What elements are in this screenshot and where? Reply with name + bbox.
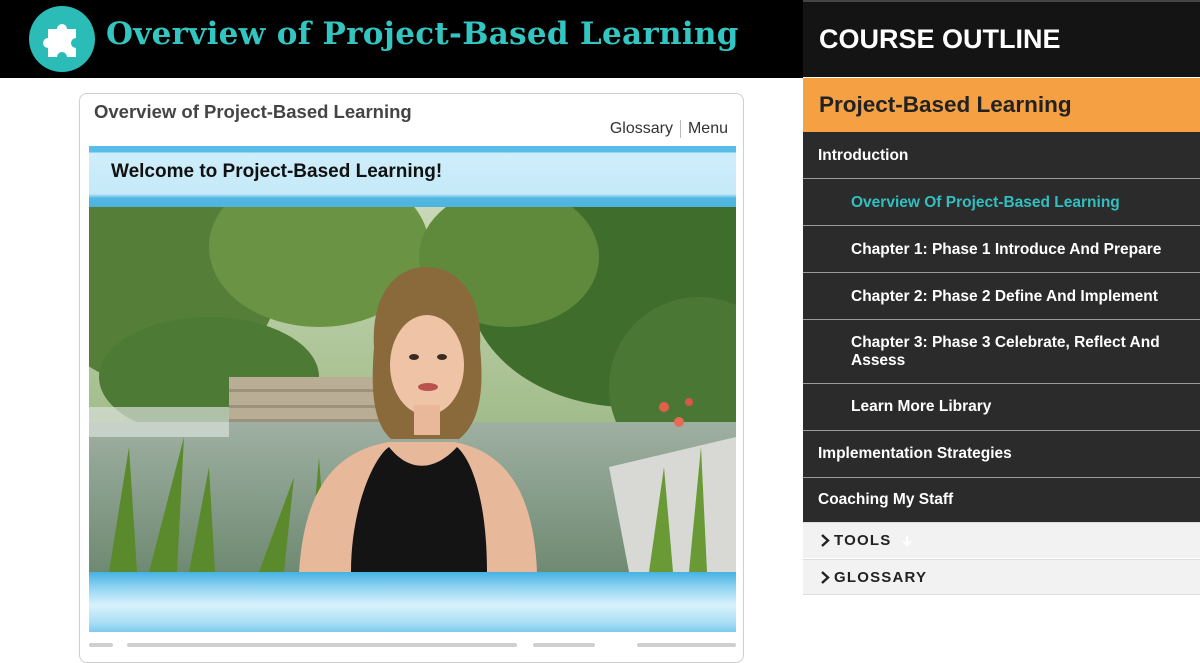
outline-item-label: Coaching My Staff [818, 491, 954, 508]
outline-item-label: Learn More Library [851, 398, 992, 415]
nav-buttons[interactable] [637, 643, 736, 647]
link-divider [679, 120, 681, 138]
player-links: Glossary Menu [610, 120, 728, 138]
outline-item-overview[interactable]: Overview Of Project-Based Learning [803, 179, 1200, 226]
player-controls [89, 639, 736, 649]
glossary-section[interactable]: GLOSSARY [803, 559, 1200, 595]
presenter-video[interactable] [89, 207, 736, 572]
course-outline-panel: COURSE OUTLINE Project-Based Learning In… [803, 0, 1200, 646]
course-name: Project-Based Learning [819, 92, 1072, 117]
outline-item-label: Chapter 2: Phase 2 Define And Implement [851, 288, 1158, 305]
video-frame-illustration [89, 207, 736, 572]
glossary-link[interactable]: Glossary [610, 120, 673, 138]
app-title: Overview of Project-Based Learning [106, 16, 739, 52]
outline-item-coaching-my-staff[interactable]: Coaching My Staff [803, 478, 1200, 522]
outline-header: COURSE OUTLINE [803, 0, 1200, 77]
outline-item-chapter-1[interactable]: Chapter 1: Phase 1 Introduce And Prepare [803, 226, 1200, 273]
outline-item-learn-more-library[interactable]: Learn More Library [803, 384, 1200, 431]
slide-heading: Welcome to Project-Based Learning! [111, 161, 443, 182]
player-title: Overview of Project-Based Learning [94, 101, 412, 122]
outline-item-implementation-strategies[interactable]: Implementation Strategies [803, 431, 1200, 478]
outline-item-label: Implementation Strategies [818, 445, 1012, 462]
tools-section[interactable]: TOOLS [803, 522, 1200, 558]
chevron-right-icon [821, 534, 830, 552]
volume-control[interactable] [533, 643, 595, 647]
tools-label: TOOLS [834, 532, 892, 549]
outline-title: COURSE OUTLINE [819, 24, 1061, 54]
outline-item-introduction[interactable]: Introduction [803, 132, 1200, 179]
menu-link[interactable]: Menu [688, 120, 728, 138]
outline-top-rule [803, 0, 1200, 2]
course-player: Overview of Project-Based Learning Gloss… [79, 93, 744, 663]
arrow-down-icon [901, 534, 913, 552]
outline-item-label: Overview Of Project-Based Learning [851, 194, 1120, 211]
glossary-label: GLOSSARY [834, 569, 928, 586]
chevron-right-icon [821, 571, 830, 589]
outline-item-chapter-2[interactable]: Chapter 2: Phase 2 Define And Implement [803, 273, 1200, 320]
slide-footer-bar [89, 572, 736, 632]
slide-banner: Welcome to Project-Based Learning! [89, 146, 736, 207]
slide-stage: Welcome to Project-Based Learning! [89, 146, 736, 632]
outline-item-label: Introduction [818, 147, 909, 164]
puzzle-piece-icon [29, 6, 95, 72]
outline-item-chapter-3[interactable]: Chapter 3: Phase 3 Celebrate, Reflect An… [803, 320, 1200, 384]
seek-bar[interactable] [127, 643, 517, 647]
play-button[interactable] [89, 643, 113, 647]
course-name-row[interactable]: Project-Based Learning [803, 78, 1200, 132]
outline-item-label: Chapter 3: Phase 3 Celebrate, Reflect An… [851, 334, 1160, 369]
course-header: Overview of Project-Based Learning [0, 0, 803, 78]
outline-item-label: Chapter 1: Phase 1 Introduce And Prepare [851, 241, 1162, 258]
